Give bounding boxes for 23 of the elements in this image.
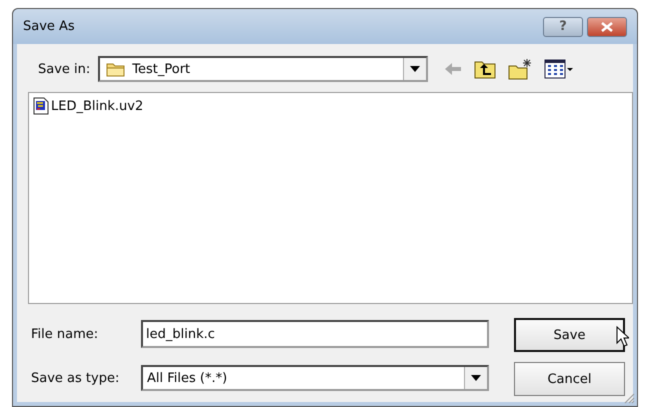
save-in-dropdown[interactable]: Test_Port <box>98 56 428 82</box>
view-menu-icon[interactable] <box>544 59 574 79</box>
save-as-type-label: Save as type: <box>30 370 120 386</box>
resize-grip-icon[interactable] <box>623 392 635 404</box>
project-file-icon <box>33 97 49 115</box>
folder-name: Test_Port <box>132 62 192 76</box>
file-item[interactable]: LED_Blink.uv2 <box>33 97 144 115</box>
file-type: All Files (*.*) <box>147 370 228 386</box>
mouse-cursor-icon <box>616 326 629 347</box>
help-button[interactable]: ? <box>543 16 583 36</box>
window-title: Save As <box>23 19 75 34</box>
save-button[interactable]: Save <box>514 318 625 352</box>
up-folder-icon[interactable] <box>474 59 496 79</box>
new-folder-icon[interactable] <box>508 58 532 80</box>
close-icon <box>601 22 613 32</box>
cancel-button[interactable]: Cancel <box>514 362 625 396</box>
file-list[interactable]: LED_Blink.uv2 <box>28 92 633 304</box>
folder-icon <box>106 61 126 77</box>
close-button[interactable] <box>587 16 627 36</box>
file-name-field[interactable]: led_blink.c <box>141 320 489 348</box>
save-in-label: Save in: <box>38 62 90 76</box>
save-as-type-dropdown[interactable]: All Files (*.*) <box>141 365 489 391</box>
file-name-label: File name: <box>30 326 100 342</box>
